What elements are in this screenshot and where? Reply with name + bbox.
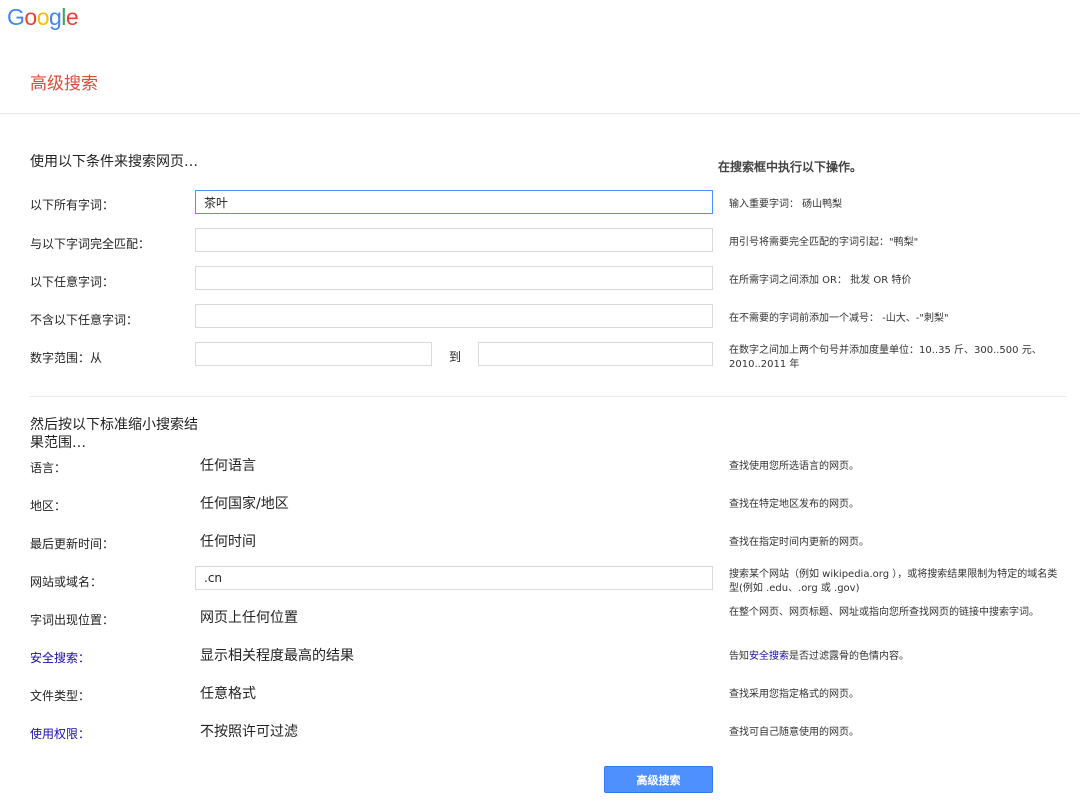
exact-phrase-label: 与以下字词完全匹配： — [30, 237, 151, 251]
terms-appear-hint: 在整个网页、网页标题、网址或指向您所查找网页的链接中搜索字词。 — [729, 607, 1039, 618]
any-words-input[interactable] — [195, 266, 713, 290]
last-update-hint: 查找在指定时间内更新的网页。 — [729, 537, 869, 548]
google-logo[interactable]: Google — [7, 4, 79, 31]
hint-column-heading: 在搜索框中执行以下操作。 — [718, 160, 863, 174]
all-words-hint: 输入重要字词： 砀山鸭梨 — [729, 199, 843, 210]
any-words-hint: 在所需字词之间添加 OR： 批发 OR 特价 — [729, 275, 912, 286]
number-range-hint: 在数字之间加上两个句号并添加度量单位：10..35 斤、300..500 元、2… — [729, 345, 1042, 370]
last-update-select[interactable]: 任何时间 — [200, 531, 256, 551]
safesearch-hint-link[interactable]: 安全搜索 — [749, 651, 789, 662]
region-hint: 查找在特定地区发布的网页。 — [729, 499, 859, 510]
file-type-select[interactable]: 任意格式 — [200, 683, 256, 703]
logo-letter-1: G — [7, 4, 25, 30]
exact-phrase-hint: 用引号将需要完全匹配的字词引起："鸭梨" — [729, 237, 919, 248]
logo-letter-6: e — [65, 4, 79, 30]
safesearch-hint-prefix: 告知 — [729, 651, 749, 662]
site-domain-input[interactable] — [195, 566, 713, 590]
safesearch-label-link[interactable]: 安全搜索： — [30, 649, 90, 666]
region-label: 地区： — [30, 499, 67, 513]
number-range-to-input[interactable] — [478, 342, 713, 366]
logo-letter-3: o — [36, 4, 50, 30]
advanced-search-button[interactable]: 高级搜索 — [604, 766, 713, 793]
number-range-label: 数字范围：从 — [30, 351, 103, 365]
none-words-label: 不含以下任意字词： — [30, 313, 139, 327]
number-range-to-label: 到 — [449, 350, 462, 364]
terms-appear-label: 字词出现位置： — [30, 613, 115, 627]
all-words-input[interactable] — [195, 190, 713, 214]
last-update-label: 最后更新时间： — [30, 537, 115, 551]
section-heading-narrow-results: 然后按以下标准缩小搜索结果范围… — [30, 417, 198, 451]
usage-rights-hint: 查找可自己随意使用的网页。 — [729, 727, 859, 738]
safesearch-hint: 告知安全搜索是否过滤露骨的色情内容。 — [729, 650, 1064, 664]
file-type-hint: 查找采用您指定格式的网页。 — [729, 689, 859, 700]
header-divider — [0, 113, 1080, 114]
language-label: 语言： — [30, 461, 67, 475]
page-title: 高级搜索 — [30, 74, 98, 94]
all-words-label: 以下所有字词： — [30, 198, 115, 212]
number-range-from-input[interactable] — [195, 342, 432, 366]
logo-letter-2: o — [24, 4, 37, 30]
any-words-label: 以下任意字词： — [30, 275, 115, 289]
safesearch-select[interactable]: 显示相关程度最高的结果 — [200, 645, 354, 665]
usage-rights-select[interactable]: 不按照许可过滤 — [200, 721, 298, 741]
site-domain-hint: 搜索某个网站（例如 wikipedia.org ），或将搜索结果限制为特定的域名… — [729, 569, 1058, 594]
site-domain-label: 网站或域名： — [30, 575, 103, 589]
none-words-input[interactable] — [195, 304, 713, 328]
safesearch-hint-suffix: 是否过滤露骨的色情内容。 — [789, 651, 909, 662]
language-hint: 查找使用您所选语言的网页。 — [729, 461, 859, 472]
none-words-hint: 在不需要的字词前添加一个减号： -山大、-"刺梨" — [729, 313, 949, 324]
file-type-label: 文件类型： — [30, 689, 91, 703]
usage-rights-label-link[interactable]: 使用权限： — [30, 725, 90, 742]
exact-phrase-input[interactable] — [195, 228, 713, 252]
section-divider — [30, 396, 1066, 397]
section-heading-find-pages: 使用以下条件来搜索网页… — [30, 154, 198, 170]
region-select[interactable]: 任何国家/地区 — [200, 493, 289, 513]
terms-appear-select[interactable]: 网页上任何位置 — [200, 607, 298, 627]
logo-letter-4: g — [48, 4, 62, 30]
language-select[interactable]: 任何语言 — [200, 455, 256, 475]
